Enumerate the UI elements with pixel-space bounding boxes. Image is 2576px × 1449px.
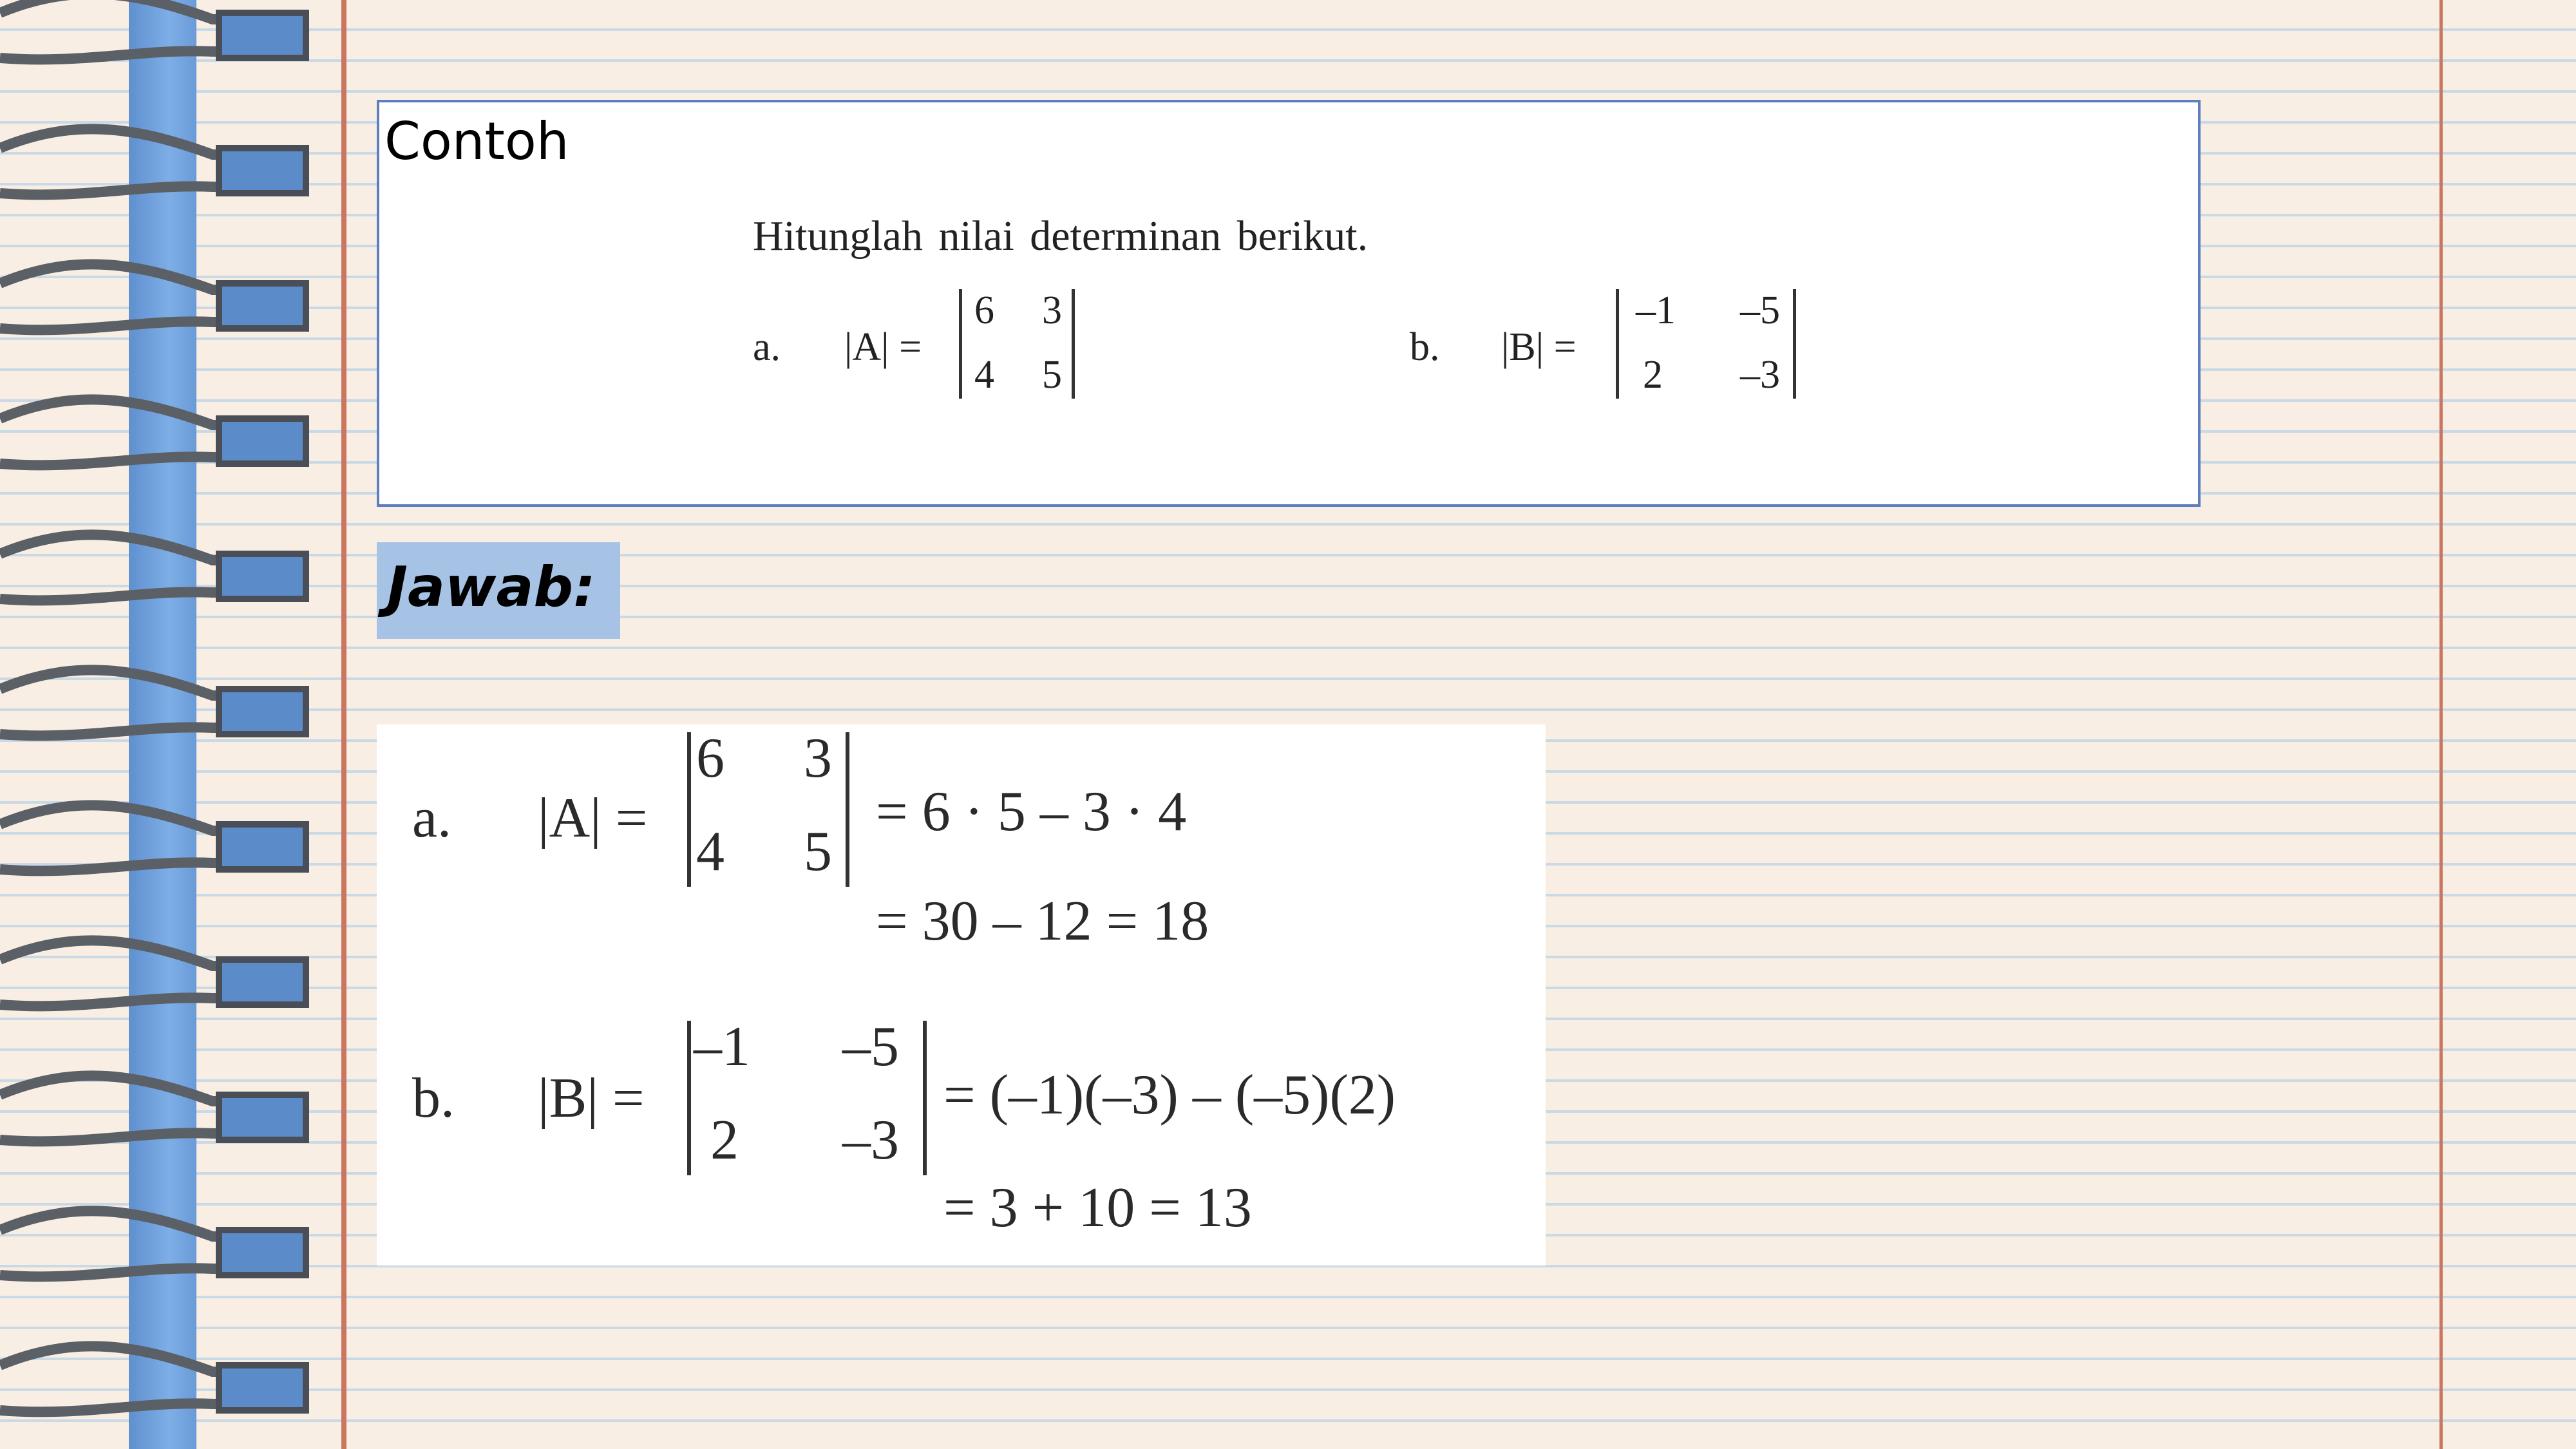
answer-b-step1: = (–1)(–3) – (–5)(2) xyxy=(943,1064,1396,1126)
example-a-m22: 5 xyxy=(1042,353,1062,397)
answer-a-m12: 3 xyxy=(804,727,832,790)
example-b-determinant: –1 –5 2 –3 xyxy=(1616,289,1796,399)
spiral-ring xyxy=(0,259,309,336)
answer-a-m22: 5 xyxy=(804,820,832,883)
example-a-m12: 3 xyxy=(1042,289,1062,332)
spiral-ring xyxy=(0,1206,309,1282)
example-b-m21: 2 xyxy=(1643,353,1663,397)
answer-label: Jawab: xyxy=(387,555,596,620)
example-question: Hitunglah nilai determinan berikut. xyxy=(753,213,1368,260)
spiral-ring xyxy=(0,1070,309,1147)
answer-b-determinant: –1 –5 2 –3 xyxy=(687,1016,927,1175)
spiral-ring xyxy=(0,665,309,741)
spiral-ring xyxy=(0,800,309,876)
spiral-ring xyxy=(0,529,309,606)
answer-label-box: Jawab: xyxy=(377,542,620,639)
answer-a-step1: = 6 · 5 – 3 · 4 xyxy=(876,781,1187,843)
answer-a-determinant: 6 3 4 5 xyxy=(687,727,849,887)
answer-b-m22: –3 xyxy=(842,1109,899,1171)
answer-b-lhs: |B| = xyxy=(538,1067,645,1130)
answer-a-m21: 4 xyxy=(696,820,724,883)
spiral-ring xyxy=(0,124,309,200)
answer-a-m11: 6 xyxy=(696,727,724,790)
answer-b-step2: = 3 + 10 = 13 xyxy=(943,1177,1252,1239)
example-a-determinant: 6 3 4 5 xyxy=(959,289,1075,399)
example-a-label: a. xyxy=(753,325,781,369)
example-b-m11: –1 xyxy=(1636,289,1676,332)
left-margin-line xyxy=(341,0,346,1449)
answer-a-lhs: |A| = xyxy=(538,787,648,849)
answer-card: a. |A| = 6 3 4 5 = 6 · 5 – 3 · 4 = 30 – … xyxy=(377,724,1546,1265)
example-card: Contoh Hitunglah nilai determinan beriku… xyxy=(377,100,2201,507)
example-a-m11: 6 xyxy=(974,289,994,332)
spiral-ring xyxy=(0,1341,309,1417)
example-b-lhs: |B| = xyxy=(1501,325,1577,369)
spiral-ring xyxy=(0,0,309,65)
example-b-m12: –5 xyxy=(1740,289,1780,332)
answer-b-label: b. xyxy=(412,1067,455,1130)
answer-b-m21: 2 xyxy=(710,1109,739,1171)
right-margin-line xyxy=(2439,0,2443,1449)
example-title: Contoh xyxy=(384,111,569,171)
example-a-m21: 4 xyxy=(974,353,994,397)
example-a-lhs: |A| = xyxy=(844,325,922,369)
example-b-m22: –3 xyxy=(1740,353,1780,397)
example-b-label: b. xyxy=(1410,325,1440,369)
answer-b-m11: –1 xyxy=(694,1016,750,1078)
answer-a-step2: = 30 – 12 = 18 xyxy=(876,890,1209,952)
answer-b-m12: –5 xyxy=(842,1016,899,1078)
answer-a-label: a. xyxy=(412,787,452,849)
spiral-ring xyxy=(0,394,309,471)
spiral-ring xyxy=(0,935,309,1012)
